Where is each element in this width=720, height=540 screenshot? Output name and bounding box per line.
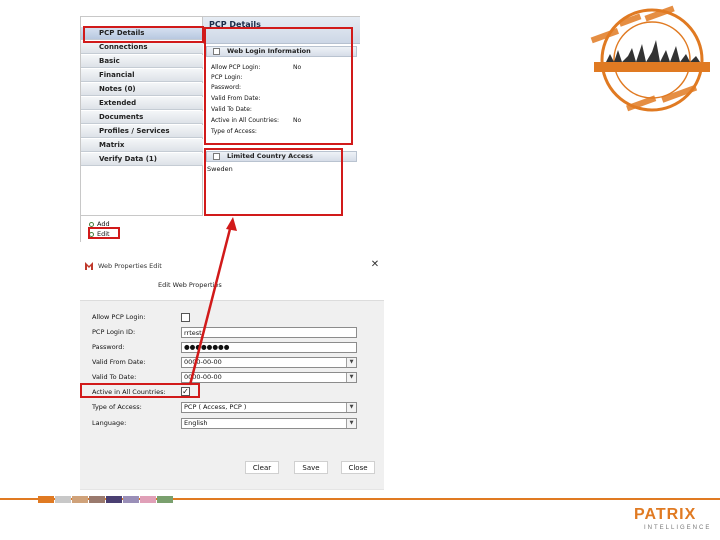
valid-to-value: 0000-00-00 [184,373,222,381]
clear-button[interactable]: Clear [245,461,279,474]
nav-item-documents[interactable]: Documents [81,111,203,124]
type-access-label: Type of Access: [92,403,142,411]
type-access-select[interactable]: PCP ( Access, PCP ) ▼ [181,402,357,413]
footer-swatch [157,496,173,503]
language-value: English [184,419,208,427]
highlight-limited-country-access [204,148,343,216]
nav-item-extended[interactable]: Extended [81,97,203,110]
valid-from-label: Valid From Date: [92,358,146,366]
nav-item-matrix[interactable]: Matrix [81,139,203,152]
footer-swatch [106,496,122,503]
nav-item-basic[interactable]: Basic [81,55,203,68]
brand-tagline: INTELLIGENCE [644,525,712,531]
valid-to-select[interactable]: 0000-00-00 ▼ [181,372,357,383]
footer-swatch [38,496,54,503]
footer-swatch [55,496,71,503]
chevron-down-icon[interactable]: ▼ [346,403,356,412]
footer-swatch [123,496,139,503]
web-properties-dialog: Web Properties Edit ✕ Edit Web Propertie… [80,256,384,490]
password-label: Password: [92,343,125,351]
dialog-titlebar[interactable]: Web Properties Edit ✕ [80,256,384,276]
highlight-active-all-countries [80,383,200,398]
nav-item-notes[interactable]: Notes (0) [81,83,203,96]
chevron-down-icon[interactable]: ▼ [346,373,356,382]
close-button[interactable]: Close [341,461,375,474]
allow-login-label: Allow PCP Login: [92,313,146,321]
save-button[interactable]: Save [294,461,328,474]
patrix-logo: PATRIX INTELLIGENCE [634,506,714,536]
navigation-panel: PCP Details Connections Basic Financial … [81,17,203,243]
highlight-web-login-info [204,27,353,145]
footer-swatch [140,496,156,503]
chevron-down-icon[interactable]: ▼ [346,358,356,367]
conference-seal-logo [590,5,710,112]
password-input[interactable]: ●●●●●●●● [181,342,357,353]
add-icon [89,221,94,227]
dialog-window-title: Web Properties Edit [98,262,162,270]
allow-login-checkbox[interactable] [181,313,190,322]
login-id-label: PCP Login ID: [92,328,136,336]
language-select[interactable]: English ▼ [181,418,357,429]
login-id-input[interactable] [181,327,357,338]
valid-from-select[interactable]: 0000-00-00 ▼ [181,357,357,368]
nav-item-profiles-services[interactable]: Profiles / Services [81,125,203,138]
type-access-value: PCP ( Access, PCP ) [184,403,247,411]
nav-item-financial[interactable]: Financial [81,69,203,82]
highlight-pcp-details-tab [83,26,204,43]
brand-name: PATRIX [634,506,697,523]
footer-swatch [72,496,88,503]
close-icon[interactable]: ✕ [369,259,381,271]
dialog-heading: Edit Web Properties [158,281,222,289]
footer-swatch [89,496,105,503]
chevron-down-icon[interactable]: ▼ [346,419,356,428]
valid-from-value: 0000-00-00 [184,358,222,366]
nav-item-verify-data[interactable]: Verify Data (1) [81,153,203,166]
app-logo-icon [85,262,93,270]
valid-to-label: Valid To Date: [92,373,137,381]
highlight-edit-action [88,227,120,239]
language-label: Language: [92,419,127,427]
